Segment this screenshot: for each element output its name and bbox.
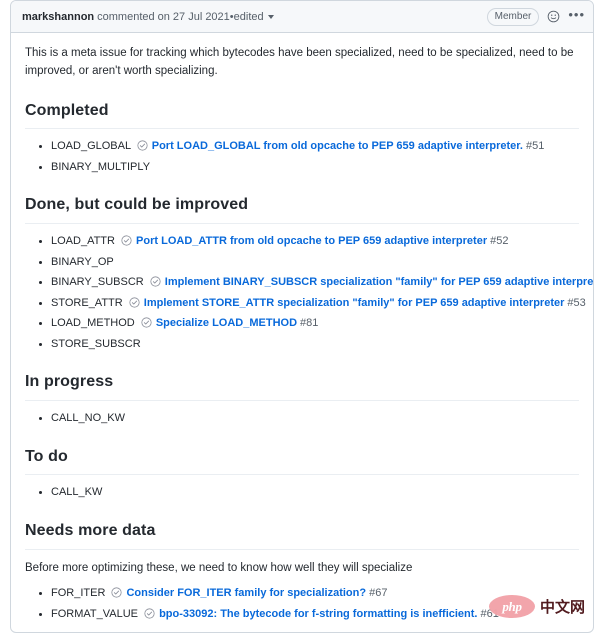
issue-number: #51 xyxy=(525,140,545,153)
bytecode-name: LOAD_METHOD xyxy=(51,317,135,330)
comment-author-link[interactable]: markshannon xyxy=(22,11,94,23)
issue-reference[interactable]: Port LOAD_GLOBAL from old opcache to PEP… xyxy=(137,138,545,157)
issue-link[interactable]: Port LOAD_GLOBAL from old opcache to PEP… xyxy=(152,138,523,155)
list-item: BINARY_MULTIPLY xyxy=(39,159,579,176)
section-heading-done-improved: Done, but could be improved xyxy=(25,193,579,225)
comment-header-actions: Member ••• xyxy=(486,7,585,26)
issue-closed-check-icon xyxy=(111,587,123,604)
list-item: LOAD_METHOD Specialize LOAD_METHOD #81 xyxy=(39,315,579,334)
section-heading-completed: Completed xyxy=(25,99,579,130)
php-logo-icon: php xyxy=(488,595,535,618)
issue-reference[interactable]: Port LOAD_ATTR from old opcache to PEP 6… xyxy=(121,233,508,250)
issue-number: #53 xyxy=(567,296,586,309)
smiley-icon[interactable] xyxy=(547,10,560,23)
issue-link[interactable]: bpo-33092: The bytecode for f-string for… xyxy=(159,606,477,623)
php-watermark: php 中文网 xyxy=(488,595,585,618)
bytecode-list-done-improved: LOAD_ATTR Port LOAD_ATTR from old opcach… xyxy=(25,233,593,353)
edited-dropdown[interactable]: edited xyxy=(234,11,274,23)
issue-reference[interactable]: Implement STORE_ATTR specialization "fam… xyxy=(129,295,586,312)
chevron-down-icon xyxy=(267,14,274,19)
issue-link[interactable]: Consider FOR_ITER family for specializat… xyxy=(126,585,366,602)
issue-closed-check-icon xyxy=(121,235,132,252)
issue-comment-container: markshannon commented on 27 Jul 2021 • e… xyxy=(10,0,594,633)
bytecode-name: LOAD_GLOBAL xyxy=(51,140,131,153)
issue-number: #81 xyxy=(300,317,319,330)
intro-paragraph: This is a meta issue for tracking which … xyxy=(25,47,574,77)
list-item: BINARY_SUBSCR Implement BINARY_SUBSCR sp… xyxy=(39,274,593,291)
list-item: LOAD_ATTR Port LOAD_ATTR from old opcach… xyxy=(39,233,579,250)
comment-bubble-arrow xyxy=(10,9,11,25)
needs-more-data-note: Before more optimizing these, we need to… xyxy=(25,561,413,574)
bytecode-name: BINARY_SUBSCR xyxy=(51,276,144,289)
watermark-site-name: 中文网 xyxy=(539,598,585,616)
issue-closed-check-icon xyxy=(129,297,140,314)
issue-closed-check-icon xyxy=(137,140,148,157)
bytecode-name: BINARY_MULTIPLY xyxy=(51,160,151,173)
bytecode-name: FOR_ITER xyxy=(51,587,106,600)
list-item: BINARY_OP xyxy=(39,254,579,271)
issue-number: #52 xyxy=(490,235,509,248)
author-association-badge: Member xyxy=(486,7,540,26)
issue-closed-check-icon xyxy=(144,608,155,625)
list-item: LOAD_GLOBAL Port LOAD_GLOBAL from old op… xyxy=(39,138,579,157)
issue-link[interactable]: Implement STORE_ATTR specialization "fam… xyxy=(144,295,565,312)
comment-header: markshannon commented on 27 Jul 2021 • e… xyxy=(11,1,593,33)
section-heading-in-progress: In progress xyxy=(25,370,579,402)
section-heading-to-do: To do xyxy=(25,445,579,476)
issue-reference[interactable]: bpo-33092: The bytecode for f-string for… xyxy=(144,606,499,623)
list-item: STORE_ATTR Implement STORE_ATTR speciali… xyxy=(39,295,586,312)
issue-reference[interactable]: Consider FOR_ITER family for specializat… xyxy=(111,585,387,602)
comment-body: This is a meta issue for tracking which … xyxy=(11,33,593,632)
section-heading-needs-more-data: Needs more data xyxy=(25,519,579,550)
bytecode-name: LOAD_ATTR xyxy=(51,235,115,248)
issue-link[interactable]: Port LOAD_ATTR from old opcache to PEP 6… xyxy=(136,233,487,250)
comment-action-text: commented on xyxy=(97,10,170,23)
comment-timestamp[interactable]: 27 Jul 2021 xyxy=(173,11,230,23)
issue-reference[interactable]: Implement BINARY_SUBSCR specialization "… xyxy=(150,274,593,293)
bytecode-name: STORE_ATTR xyxy=(51,296,123,309)
bytecode-name: CALL_NO_KW xyxy=(51,412,125,425)
bytecode-name: FORMAT_VALUE xyxy=(51,607,138,620)
issue-reference[interactable]: Specialize LOAD_METHOD #81 xyxy=(141,315,319,334)
issue-number: #67 xyxy=(369,587,388,600)
list-item: CALL_NO_KW xyxy=(39,410,579,427)
list-item: CALL_KW xyxy=(39,484,579,501)
list-item: STORE_SUBSCR xyxy=(39,336,579,353)
issue-closed-check-icon xyxy=(141,317,152,334)
bytecode-list-completed: LOAD_GLOBAL Port LOAD_GLOBAL from old op… xyxy=(25,138,579,175)
edited-label: edited xyxy=(233,10,264,23)
bytecode-name: BINARY_OP xyxy=(51,255,114,268)
issue-link[interactable]: Implement BINARY_SUBSCR specialization "… xyxy=(165,274,593,291)
bytecode-list-in-progress: CALL_NO_KW xyxy=(25,410,579,427)
kebab-menu-icon[interactable]: ••• xyxy=(568,8,585,24)
bytecode-name: CALL_KW xyxy=(51,486,103,499)
issue-link[interactable]: Specialize LOAD_METHOD xyxy=(156,315,297,332)
bytecode-name: STORE_SUBSCR xyxy=(51,337,141,350)
issue-closed-check-icon xyxy=(150,276,161,293)
bytecode-list-to-do: CALL_KW xyxy=(25,484,579,501)
